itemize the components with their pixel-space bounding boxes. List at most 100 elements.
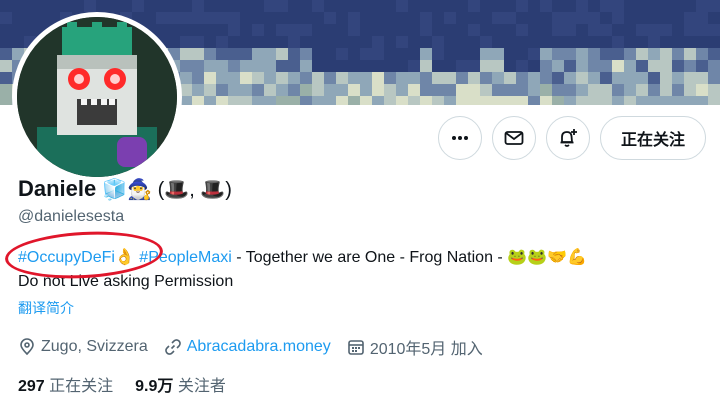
- banner-pixel: [300, 24, 312, 36]
- banner-pixel: [564, 96, 576, 105]
- banner-pixel: [384, 24, 396, 36]
- banner-pixel: [300, 96, 312, 105]
- banner-pixel: [192, 84, 204, 96]
- banner-pixel: [228, 72, 240, 84]
- avatar[interactable]: [12, 12, 182, 182]
- banner-pixel: [528, 96, 540, 105]
- banner-pixel: [468, 24, 480, 36]
- banner-pixel: [36, 12, 48, 24]
- banner-pixel: [684, 60, 696, 72]
- banner-pixel: [312, 36, 324, 48]
- notify-button[interactable]: [545, 116, 590, 160]
- banner-pixel: [120, 0, 132, 12]
- message-button[interactable]: [491, 116, 536, 160]
- banner-pixel: [384, 36, 396, 48]
- banner-pixel: [180, 24, 192, 36]
- following-stat[interactable]: 297 正在关注: [18, 372, 113, 396]
- banner-pixel: [528, 12, 540, 24]
- banner-pixel: [252, 12, 264, 24]
- banner-pixel: [600, 72, 612, 84]
- banner-pixel: [552, 60, 564, 72]
- banner-pixel: [648, 12, 660, 24]
- banner-pixel: [0, 36, 12, 48]
- banner-pixel: [456, 12, 468, 24]
- banner-pixel: [504, 12, 516, 24]
- banner-pixel: [252, 24, 264, 36]
- banner-pixel: [360, 60, 372, 72]
- banner-pixel: [144, 0, 156, 12]
- banner-pixel: [528, 72, 540, 84]
- banner-pixel: [396, 48, 408, 60]
- banner-pixel: [708, 12, 720, 24]
- banner-pixel: [696, 72, 708, 84]
- banner-pixel: [672, 48, 684, 60]
- profile-meta: Zugo, Svizzera Abracadabra.money 2010年5月…: [18, 335, 499, 359]
- banner-pixel: [168, 0, 180, 12]
- banner-pixel: [276, 96, 288, 105]
- banner-pixel: [624, 48, 636, 60]
- banner-pixel: [576, 48, 588, 60]
- banner-pixel: [480, 24, 492, 36]
- banner-pixel: [684, 96, 696, 105]
- banner-pixel: [660, 60, 672, 72]
- banner-pixel: [468, 84, 480, 96]
- banner-pixel: [180, 60, 192, 72]
- banner-pixel: [432, 84, 444, 96]
- banner-pixel: [432, 0, 444, 12]
- banner-pixel: [264, 24, 276, 36]
- banner-pixel: [384, 96, 396, 105]
- banner-pixel: [264, 60, 276, 72]
- banner-pixel: [636, 60, 648, 72]
- banner-pixel: [288, 60, 300, 72]
- banner-pixel: [612, 72, 624, 84]
- banner-pixel: [300, 84, 312, 96]
- banner-pixel: [276, 72, 288, 84]
- website-link[interactable]: Abracadabra.money: [187, 338, 331, 356]
- banner-pixel: [684, 0, 696, 12]
- more-horizontal-icon: [451, 136, 468, 140]
- banner-pixel: [636, 24, 648, 36]
- banner-pixel: [300, 48, 312, 60]
- banner-pixel: [216, 12, 228, 24]
- banner-pixel: [708, 36, 720, 48]
- following-label: 正在关注: [44, 378, 114, 395]
- banner-pixel: [576, 36, 588, 48]
- banner-pixel: [372, 0, 384, 12]
- banner-pixel: [324, 36, 336, 48]
- banner-pixel: [504, 96, 516, 105]
- banner-pixel: [528, 24, 540, 36]
- banner-pixel: [312, 24, 324, 36]
- banner-pixel: [564, 12, 576, 24]
- following-button[interactable]: 正在关注: [599, 116, 706, 160]
- banner-pixel: [672, 60, 684, 72]
- hashtag-peoplemaxi[interactable]: #PeopleMaxi: [139, 249, 232, 266]
- banner-pixel: [348, 60, 360, 72]
- banner-pixel: [492, 96, 504, 105]
- banner-pixel: [432, 72, 444, 84]
- banner-pixel: [516, 0, 528, 12]
- banner-pixel: [684, 12, 696, 24]
- hashtag-occupydefi[interactable]: #OccupyDeFi: [18, 249, 115, 266]
- profile-actions: 正在关注: [437, 116, 706, 160]
- profile-stats: 297 正在关注 9.9万 关注者: [18, 372, 248, 396]
- banner-pixel: [384, 48, 396, 60]
- banner-pixel: [624, 60, 636, 72]
- banner-pixel: [180, 36, 192, 48]
- banner-pixel: [252, 0, 264, 12]
- banner-pixel: [636, 96, 648, 105]
- banner-pixel: [12, 36, 24, 48]
- banner-pixel: [516, 48, 528, 60]
- banner-pixel: [708, 72, 720, 84]
- more-button[interactable]: [437, 116, 482, 160]
- banner-pixel: [684, 24, 696, 36]
- banner-pixel: [528, 84, 540, 96]
- followers-stat[interactable]: 9.9万 关注者: [135, 372, 226, 396]
- translate-bio-link[interactable]: 翻译简介: [18, 298, 74, 318]
- banner-pixel: [564, 84, 576, 96]
- banner-pixel: [396, 96, 408, 105]
- banner-pixel: [624, 0, 636, 12]
- banner-pixel: [432, 96, 444, 105]
- banner-pixel: [564, 48, 576, 60]
- banner-pixel: [360, 24, 372, 36]
- banner-pixel: [420, 36, 432, 48]
